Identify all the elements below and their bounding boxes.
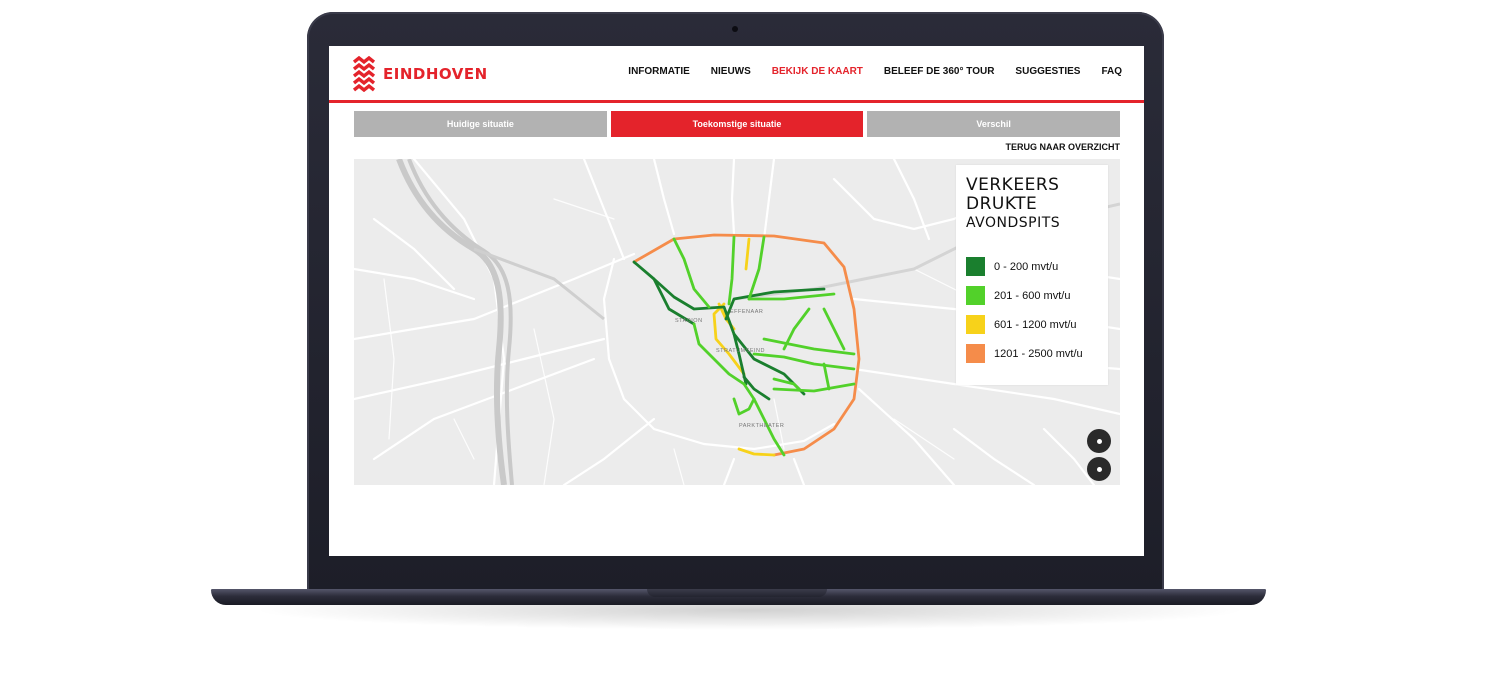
camera-icon [732, 26, 738, 32]
tab-huidige-situatie[interactable]: Huidige situatie [354, 111, 607, 137]
legend-swatch-orange [966, 344, 985, 363]
place-label-stratumseind: STRATUMSEIND [716, 348, 765, 354]
main-nav: INFORMATIE NIEUWS BEKIJK DE KAART BELEEF… [628, 66, 1122, 77]
traffic-map[interactable]: STADION EFFENAAR STRATUMSEIND PARKTHEATE… [354, 159, 1120, 485]
nav-informatie[interactable]: INFORMATIE [628, 66, 689, 77]
legend-item-1201-2500: 1201 - 2500 mvt/u [966, 344, 1083, 363]
tab-verschil[interactable]: Verschil [867, 111, 1121, 137]
legend-title-line3: AVONDSPITS [966, 215, 1061, 231]
legend-label: 0 - 200 mvt/u [994, 260, 1059, 273]
nav-nieuws[interactable]: NIEUWS [711, 66, 751, 77]
logo-text: EINDHOVEN [383, 65, 488, 83]
legend-label: 201 - 600 mvt/u [994, 289, 1071, 302]
legend-item-201-600: 201 - 600 mvt/u [966, 286, 1070, 305]
legend-swatch-yellow [966, 315, 985, 334]
laptop-notch [647, 589, 827, 597]
nav-360-tour[interactable]: BELEEF DE 360° TOUR [884, 66, 995, 77]
site-header: EINDHOVEN INFORMATIE NIEUWS BEKIJK DE KA… [329, 46, 1144, 103]
legend-swatch-dark-green [966, 257, 985, 276]
back-to-overview-link[interactable]: TERUG NAAR OVERZICHT [1006, 142, 1121, 152]
tab-toekomstige-situatie[interactable]: Toekomstige situatie [610, 111, 864, 137]
legend-title-line2: DRUKTE [966, 194, 1038, 214]
legend-label: 1201 - 2500 mvt/u [994, 347, 1083, 360]
legend-swatch-light-green [966, 286, 985, 305]
zoom-in-icon[interactable] [1087, 429, 1111, 453]
situation-tabs: Huidige situatie Toekomstige situatie Ve… [354, 111, 1121, 137]
legend-item-601-1200: 601 - 1200 mvt/u [966, 315, 1077, 334]
place-label-parktheater: PARKTHEATER [739, 423, 784, 429]
nav-faq[interactable]: FAQ [1101, 66, 1122, 77]
nav-suggesties[interactable]: SUGGESTIES [1015, 66, 1080, 77]
legend-item-0-200: 0 - 200 mvt/u [966, 257, 1058, 276]
legend-label: 601 - 1200 mvt/u [994, 318, 1077, 331]
map-legend: VERKEERS DRUKTE AVONDSPITS 0 - 200 mvt/u… [956, 165, 1108, 385]
screen: EINDHOVEN INFORMATIE NIEUWS BEKIJK DE KA… [329, 46, 1144, 556]
legend-title-line1: VERKEERS [966, 175, 1060, 195]
logo[interactable]: EINDHOVEN [353, 56, 488, 92]
place-label-effenaar: EFFENAAR [730, 309, 763, 315]
place-label-stadion: STADION [675, 318, 703, 324]
nav-bekijk-de-kaart[interactable]: BEKIJK DE KAART [772, 66, 863, 77]
eindhoven-logo-icon [353, 56, 375, 92]
zoom-out-icon[interactable] [1087, 457, 1111, 481]
